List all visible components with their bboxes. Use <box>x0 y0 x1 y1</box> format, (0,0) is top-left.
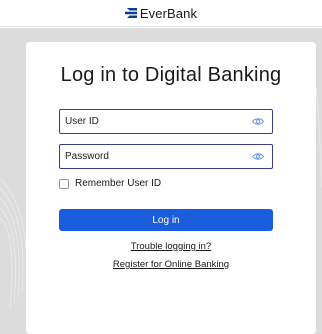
trouble-logging-in-link[interactable]: Trouble logging in? <box>26 241 316 252</box>
remember-user-id[interactable]: Remember User ID <box>59 178 161 189</box>
user-id-input[interactable] <box>60 116 240 127</box>
everbank-logo[interactable]: EverBank <box>124 5 198 21</box>
eye-icon[interactable] <box>252 117 264 126</box>
top-bar: EverBank <box>0 0 322 27</box>
remember-label: Remember User ID <box>75 178 162 189</box>
register-link[interactable]: Register for Online Banking <box>26 259 316 270</box>
remember-checkbox[interactable] <box>59 178 69 189</box>
password-input[interactable] <box>60 151 240 162</box>
password-field[interactable] <box>59 144 273 169</box>
eye-icon[interactable] <box>252 152 264 161</box>
page-title: Log in to Digital Banking <box>60 64 282 86</box>
everbank-logo-icon <box>124 8 137 18</box>
login-card: Log in to Digital Banking Remember User … <box>26 42 316 334</box>
login-button[interactable]: Log in <box>59 209 273 231</box>
brand-name: EverBank <box>139 5 198 21</box>
user-id-field[interactable] <box>59 109 273 134</box>
login-page: EverBank Log in to Digital Banking User … <box>0 0 322 334</box>
